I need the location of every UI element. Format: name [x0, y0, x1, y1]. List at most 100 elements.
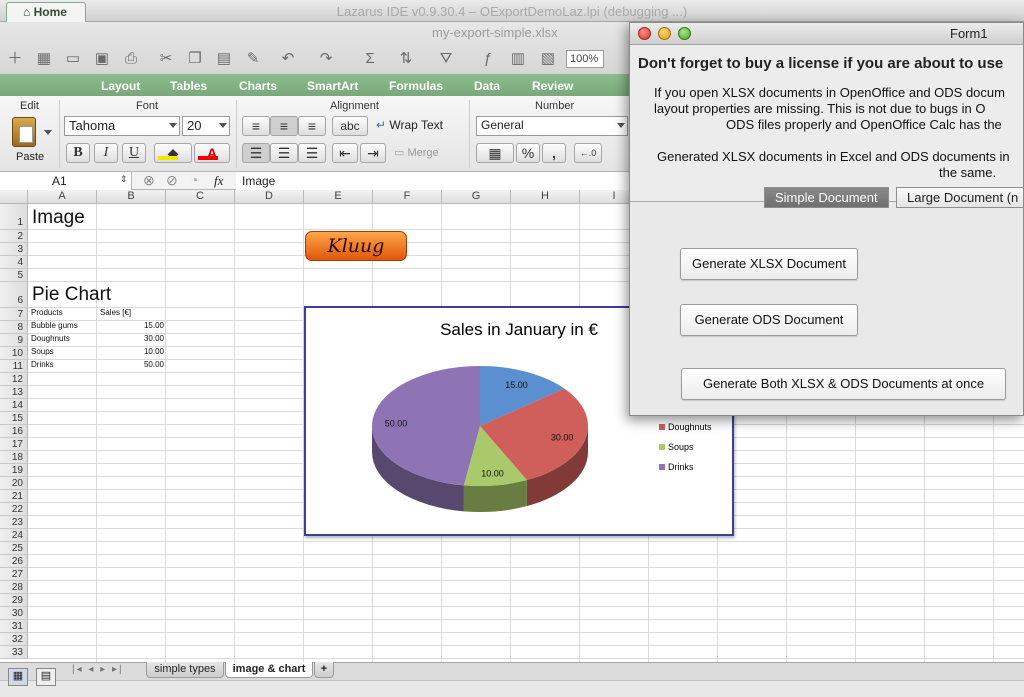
- cell-sales[interactable]: 50.00: [100, 360, 164, 369]
- row-header[interactable]: 27: [0, 568, 28, 581]
- generate-xlsx-button[interactable]: Generate XLSX Document: [680, 248, 858, 280]
- toolbox-icon[interactable]: ▥: [508, 49, 528, 69]
- wrap-text-button[interactable]: ↵ Wrap Text: [376, 118, 443, 136]
- cell-product[interactable]: Bubble gums: [31, 321, 78, 330]
- cell-product[interactable]: Doughnuts: [31, 334, 70, 343]
- column-header[interactable]: E: [304, 190, 373, 204]
- cell-a6[interactable]: Pie Chart: [32, 284, 111, 306]
- row-header[interactable]: 33: [0, 646, 28, 659]
- select-all-corner[interactable]: [0, 190, 28, 204]
- cell-product[interactable]: Drinks: [31, 360, 54, 369]
- column-header[interactable]: D: [235, 190, 304, 204]
- zoom-field[interactable]: 100%: [566, 50, 604, 68]
- row-header[interactable]: 2: [0, 230, 28, 243]
- row-header[interactable]: 22: [0, 503, 28, 516]
- confirm-entry-icon[interactable]: ⊘: [166, 172, 178, 189]
- formula-builder-icon[interactable]: ◔: [190, 172, 198, 188]
- paste-button[interactable]: Paste: [8, 114, 54, 166]
- generate-both-button[interactable]: Generate Both XLSX & ODS Documents at on…: [681, 368, 1006, 400]
- cell-sales[interactable]: 10.00: [100, 347, 164, 356]
- italic-button[interactable]: I: [94, 143, 118, 163]
- minimize-window-icon[interactable]: [658, 27, 671, 40]
- percent-style-button[interactable]: %: [516, 143, 540, 163]
- font-size-field[interactable]: 20: [182, 116, 230, 136]
- template-gallery-icon[interactable]: ▦: [34, 49, 54, 69]
- column-header[interactable]: H: [511, 190, 580, 204]
- column-header[interactable]: F: [373, 190, 442, 204]
- align-center-button[interactable]: ☰: [270, 143, 298, 163]
- orientation-button[interactable]: abc: [332, 116, 368, 136]
- redo-icon[interactable]: ↷: [316, 49, 336, 69]
- align-right-button[interactable]: ☰: [298, 143, 326, 163]
- column-header[interactable]: A: [28, 190, 97, 204]
- cell-b7[interactable]: Sales [€]: [100, 308, 131, 317]
- accounting-format-button[interactable]: ▦: [476, 143, 514, 163]
- merge-button[interactable]: ▭ Merge: [394, 146, 439, 159]
- decrease-indent-button[interactable]: ⇤: [332, 143, 358, 163]
- format-painter-icon[interactable]: ✎: [243, 49, 263, 69]
- row-header[interactable]: 31: [0, 620, 28, 633]
- row-header[interactable]: 26: [0, 555, 28, 568]
- sort-icon[interactable]: ⇅: [396, 49, 416, 69]
- tab-layout[interactable]: Layout: [101, 79, 140, 93]
- add-sheet-button[interactable]: +: [314, 662, 334, 678]
- row-header[interactable]: 21: [0, 490, 28, 503]
- row-header[interactable]: 24: [0, 529, 28, 542]
- autosum-icon[interactable]: Σ: [360, 49, 380, 69]
- open-icon[interactable]: ▭: [63, 49, 83, 69]
- tab-formulas[interactable]: Formulas: [389, 79, 443, 93]
- tab-review[interactable]: Review: [532, 79, 573, 93]
- save-icon[interactable]: ▣: [92, 49, 112, 69]
- row-header[interactable]: 13: [0, 386, 28, 399]
- font-color-button[interactable]: A: [194, 143, 230, 163]
- decrease-decimal-button[interactable]: ←.0: [574, 143, 602, 163]
- align-middle-button[interactable]: ≡: [270, 116, 298, 136]
- comma-style-button[interactable]: ,: [542, 143, 566, 163]
- highlight-color-button[interactable]: ◆: [154, 143, 192, 163]
- zoom-window-icon[interactable]: [678, 27, 691, 40]
- tab-tables[interactable]: Tables: [170, 79, 207, 93]
- bold-button[interactable]: B: [66, 143, 90, 163]
- cell-sales[interactable]: 30.00: [100, 334, 164, 343]
- tab-large-document[interactable]: Large Document (n: [896, 187, 1023, 208]
- row-header[interactable]: 12: [0, 373, 28, 386]
- row-header[interactable]: 15: [0, 412, 28, 425]
- name-box[interactable]: A1: [0, 172, 132, 190]
- sheet-tab-simple-types[interactable]: simple types: [146, 662, 224, 678]
- row-header[interactable]: 25: [0, 542, 28, 555]
- cell-a1[interactable]: Image: [32, 207, 85, 229]
- row-header[interactable]: 6: [0, 282, 28, 308]
- row-header[interactable]: 14: [0, 399, 28, 412]
- filter-icon[interactable]: ⛛: [436, 49, 456, 69]
- row-header[interactable]: 10: [0, 347, 28, 360]
- increase-indent-button[interactable]: ⇥: [360, 143, 386, 163]
- align-left-button[interactable]: ☰: [242, 143, 270, 163]
- row-header[interactable]: 3: [0, 243, 28, 256]
- tab-home[interactable]: ⌂ Home: [6, 2, 86, 22]
- undo-icon[interactable]: ↶: [278, 49, 298, 69]
- row-header[interactable]: 30: [0, 607, 28, 620]
- function-icon[interactable]: ƒ: [478, 49, 498, 69]
- new-document-icon[interactable]: ＋: [5, 49, 25, 69]
- row-header[interactable]: 23: [0, 516, 28, 529]
- align-bottom-button[interactable]: ≡: [298, 116, 326, 136]
- row-header[interactable]: 4: [0, 256, 28, 269]
- cut-icon[interactable]: ✂: [156, 49, 176, 69]
- row-header[interactable]: 16: [0, 425, 28, 438]
- row-header[interactable]: 11: [0, 360, 28, 373]
- print-icon[interactable]: ⎙: [121, 49, 141, 69]
- column-header[interactable]: B: [97, 190, 166, 204]
- number-format-field[interactable]: General: [476, 116, 628, 136]
- paste-icon[interactable]: ▤: [214, 49, 234, 69]
- tab-simple-document[interactable]: Simple Document: [764, 187, 889, 208]
- column-header[interactable]: G: [442, 190, 511, 204]
- row-header[interactable]: 28: [0, 581, 28, 594]
- company-logo-image[interactable]: Kluug: [305, 231, 407, 261]
- row-header[interactable]: 32: [0, 633, 28, 646]
- normal-view-button[interactable]: ▦: [8, 668, 28, 686]
- row-header[interactable]: 20: [0, 477, 28, 490]
- cancel-entry-icon[interactable]: ⊗: [143, 172, 155, 189]
- tab-charts[interactable]: Charts: [239, 79, 277, 93]
- tab-data[interactable]: Data: [474, 79, 500, 93]
- cell-a7[interactable]: Products: [31, 308, 63, 317]
